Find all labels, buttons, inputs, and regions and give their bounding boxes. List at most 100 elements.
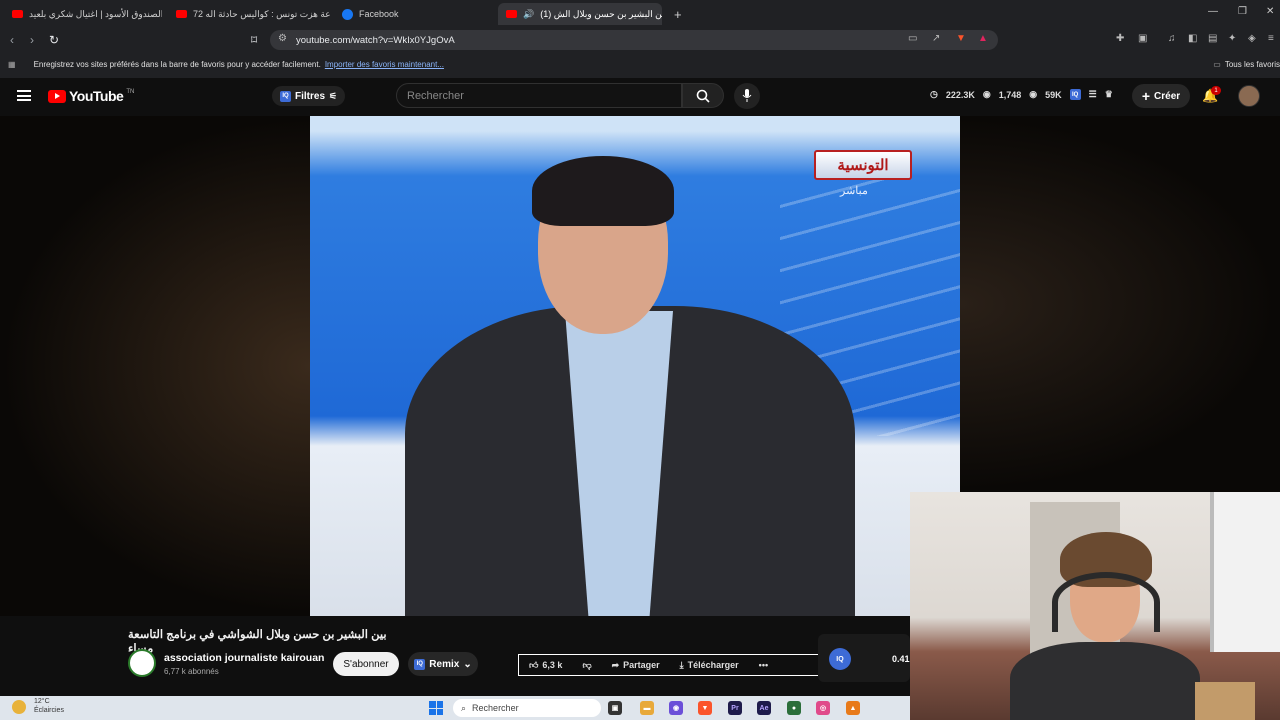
- reload-icon[interactable]: ↻: [49, 33, 59, 47]
- eye-icon: ◉: [982, 89, 991, 99]
- like-button[interactable]: 👍︎ 6,3 k: [519, 655, 572, 675]
- bookmark-icon[interactable]: ⌑: [251, 33, 257, 47]
- voice-search-button[interactable]: [734, 83, 760, 109]
- taskbar-search[interactable]: ⌕ Rechercher: [453, 699, 601, 717]
- notification-badge: 1: [1211, 86, 1221, 95]
- tab-active[interactable]: 🔊 (1) بين البشير بن حسن وبلال الش... ✕: [498, 3, 662, 25]
- youtube-logo[interactable]: YouTube TN: [48, 88, 134, 104]
- windows-taskbar: 12°C Éclaircies ⌕ Rechercher ▣ ▬ ◉ ▼ Pr …: [0, 696, 910, 720]
- download-label: Télécharger: [687, 660, 739, 670]
- search-button[interactable]: [682, 83, 724, 108]
- brave-icon[interactable]: ▼: [698, 701, 712, 715]
- url-text: youtube.com/watch?v=WkIx0YJgOvA: [296, 34, 455, 46]
- import-bookmarks-link[interactable]: Importer des favoris maintenant...: [325, 60, 444, 69]
- speaker-icon: 🔊: [523, 8, 535, 19]
- hamburger-menu-icon[interactable]: [17, 90, 31, 101]
- live-label: مباشر: [840, 185, 868, 197]
- youtube-favicon-icon: [12, 10, 23, 18]
- tab-title: الصندوق الأسود | اغتيال شكري بلعيد...: [29, 8, 162, 19]
- iq-icon: IQ: [280, 90, 291, 102]
- instagram-icon[interactable]: ◎: [816, 701, 830, 715]
- weather-text: Éclaircies: [34, 707, 64, 714]
- clock-icon: ◷: [930, 89, 938, 99]
- filters-button[interactable]: IQ Filtres ⚟: [272, 86, 346, 106]
- list-icon[interactable]: ☰: [1089, 89, 1097, 100]
- temperature: 12°C: [34, 698, 50, 705]
- site-info-icon[interactable]: ⚙: [278, 33, 287, 44]
- download-button[interactable]: ⤓ Télécharger: [670, 655, 749, 675]
- iq-icon[interactable]: IQ: [1069, 89, 1081, 100]
- vlc-icon[interactable]: ▲: [846, 701, 860, 715]
- tab-1[interactable]: الصندوق الأسود | اغتيال شكري بلعيد...: [4, 3, 162, 25]
- close-window-icon[interactable]: ✕: [1266, 6, 1274, 17]
- like-count: 6,3 k: [542, 660, 563, 670]
- side-value: 0.41: [892, 654, 910, 664]
- discord-icon[interactable]: ◉: [669, 701, 683, 715]
- vpn-icon[interactable]: ◈: [1248, 33, 1256, 44]
- premiere-icon[interactable]: Pr: [728, 701, 742, 715]
- tab-title: 72 ساعة هزت تونس : كواليس حادثة اله...: [193, 8, 330, 19]
- action-bar: 👍︎ 6,3 k 👎︎ ➦ Partager ⤓ Télécharger •••: [518, 654, 822, 676]
- remix-button[interactable]: IQ Remix ⌄: [408, 652, 478, 676]
- search-icon: ⌕: [461, 702, 467, 713]
- share-button[interactable]: ➦ Partager: [602, 655, 670, 675]
- video-player[interactable]: التونسية مباشر: [310, 116, 960, 616]
- leo-icon[interactable]: ✦: [1228, 33, 1236, 44]
- trophy-icon[interactable]: ♛: [1105, 89, 1113, 100]
- address-bar[interactable]: youtube.com/watch?v=WkIx0YJgOvA: [270, 30, 998, 50]
- forward-icon[interactable]: ›: [30, 33, 34, 47]
- thumbs-up-icon: 👍︎: [529, 659, 539, 670]
- tab-title: Facebook: [359, 9, 399, 19]
- menu-icon[interactable]: ≡: [1268, 33, 1274, 44]
- back-icon[interactable]: ‹: [10, 33, 14, 47]
- create-label: Créer: [1154, 90, 1181, 102]
- windows-start-icon[interactable]: [429, 701, 443, 715]
- subscriber-count: 6,77 k abonnés: [164, 667, 219, 676]
- youtube-favicon-icon: [176, 10, 187, 18]
- cast-icon[interactable]: ▭: [908, 33, 917, 44]
- task-view-icon[interactable]: ▣: [608, 701, 622, 715]
- after-effects-icon[interactable]: Ae: [757, 701, 771, 715]
- music-icon[interactable]: ♫: [1168, 33, 1176, 44]
- all-favorites[interactable]: Tous les favoris: [1225, 60, 1280, 69]
- restore-icon[interactable]: ❐: [1238, 6, 1247, 17]
- share-icon[interactable]: ↗: [932, 33, 940, 44]
- channel-watermark: التونسية: [814, 150, 912, 180]
- apps-grid-icon[interactable]: ▦: [8, 60, 16, 69]
- tab-3[interactable]: Facebook: [334, 3, 494, 25]
- share-arrow-icon: ➦: [611, 659, 620, 670]
- channel-avatar[interactable]: [128, 649, 156, 677]
- stat-c: 59K: [1045, 89, 1062, 100]
- sliders-icon: ⚟: [329, 90, 338, 101]
- wallet-icon[interactable]: ▤: [1208, 33, 1217, 44]
- filters-label: Filtres: [295, 90, 326, 102]
- weather-widget[interactable]: 12°C Éclaircies: [12, 697, 64, 715]
- webcam-person-body: [1010, 642, 1200, 720]
- user-avatar[interactable]: [1238, 85, 1260, 107]
- sidebar-icon[interactable]: ◧: [1188, 33, 1197, 44]
- stat-a: 222.3K: [945, 89, 975, 100]
- dislike-button[interactable]: 👎︎: [572, 655, 601, 675]
- create-button[interactable]: + Créer: [1132, 84, 1190, 108]
- minimize-icon[interactable]: —: [1208, 6, 1218, 17]
- iq-button[interactable]: IQ: [829, 648, 851, 670]
- download-icon: ⤓: [679, 659, 684, 670]
- tab-2[interactable]: 72 ساعة هزت تونس : كواليس حادثة اله...: [168, 3, 330, 25]
- headset-icon: [1052, 572, 1160, 632]
- screenshot-icon[interactable]: ▣: [1138, 33, 1147, 44]
- extensions-icon[interactable]: ✚: [1116, 33, 1124, 44]
- share-label: Partager: [623, 660, 660, 670]
- channel-name[interactable]: association journaliste kairouan: [164, 652, 324, 664]
- more-actions-button[interactable]: •••: [749, 655, 778, 675]
- thumbs-down-icon: 👎︎: [582, 659, 592, 670]
- new-tab-button[interactable]: +: [666, 3, 686, 25]
- webcam-overlay: [910, 492, 1280, 720]
- tab-title: (1) بين البشير بن حسن وبلال الش...: [540, 8, 662, 19]
- brave-rewards-icon[interactable]: ▲: [978, 33, 988, 44]
- file-explorer-icon[interactable]: ▬: [640, 701, 654, 715]
- subscribe-button[interactable]: S'abonner: [333, 652, 399, 676]
- search-input[interactable]: Rechercher: [396, 83, 682, 108]
- logo-country: TN: [126, 89, 135, 95]
- brave-shield-icon[interactable]: ▼: [956, 33, 966, 44]
- xbox-icon[interactable]: ●: [787, 701, 801, 715]
